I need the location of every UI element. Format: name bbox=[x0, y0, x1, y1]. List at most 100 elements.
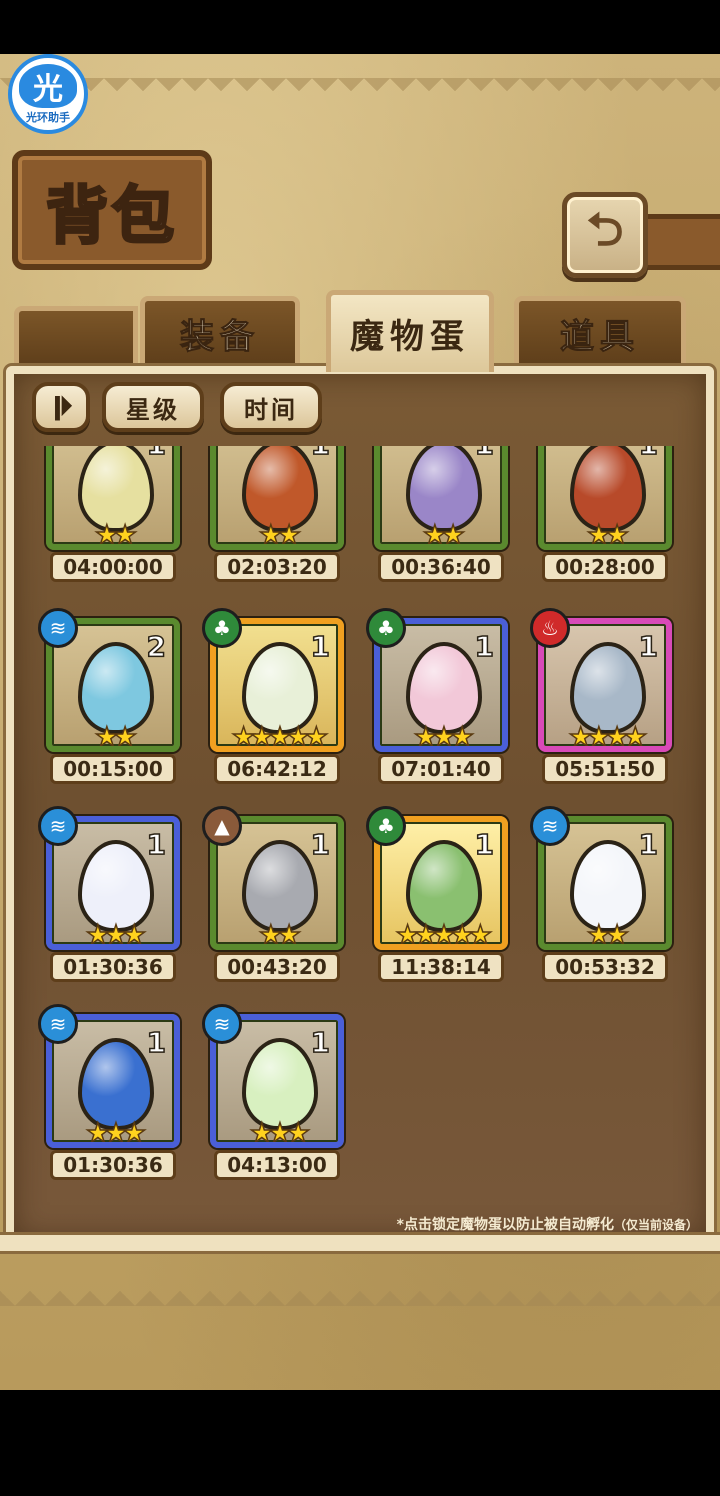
wood-element-icon: ♣ bbox=[366, 608, 406, 648]
egg-count: 1 bbox=[638, 827, 659, 862]
egg-card[interactable]: 1 ★★★★★ ♣ 11:38:14 bbox=[366, 806, 508, 982]
sort-star-label: 星级 bbox=[126, 395, 180, 424]
fire-element-icon: ♨ bbox=[530, 608, 570, 648]
monster-egg-icon bbox=[570, 840, 646, 932]
star-rating: ★★★ bbox=[249, 1118, 311, 1148]
egg-card[interactable]: 1★★▲04:00:00 bbox=[46, 446, 180, 582]
egg-count: 1 bbox=[474, 629, 495, 664]
water-element-icon: ≋ bbox=[38, 608, 78, 648]
decor-zigzag-bottom bbox=[0, 1276, 720, 1316]
star-rating: ★★★ bbox=[85, 1118, 147, 1148]
sort-order-icon: ǀ⏵ bbox=[52, 391, 73, 422]
hatch-timer: 00:43:20 bbox=[214, 952, 340, 982]
egg-count: 1 bbox=[638, 629, 659, 664]
wood-element-icon: ♣ bbox=[366, 806, 406, 846]
status-bar bbox=[0, 0, 720, 54]
egg-card[interactable]: 1 ★★★★ ♨ 05:51:50 bbox=[530, 608, 672, 784]
tab-label: 装备 bbox=[180, 317, 260, 358]
star-rating: ★★ bbox=[586, 920, 630, 950]
monster-egg-icon bbox=[406, 840, 482, 932]
egg-card[interactable]: 1 ★★ ▲ 00:43:20 bbox=[202, 806, 344, 982]
sort-by-star-button[interactable]: 星级 bbox=[102, 382, 204, 432]
monster-egg-icon bbox=[242, 840, 318, 932]
hatch-timer: 00:15:00 bbox=[50, 754, 176, 784]
star-rating: ★★ bbox=[258, 920, 302, 950]
page-title: 背包 bbox=[44, 178, 178, 254]
sort-order-button[interactable]: ǀ⏵ bbox=[32, 382, 90, 432]
monster-egg-icon bbox=[570, 642, 646, 734]
star-rating: ★★ bbox=[94, 520, 138, 550]
egg-card[interactable]: 1★★♨02:03:20 bbox=[210, 446, 344, 582]
egg-count: 1 bbox=[638, 446, 659, 462]
hatch-timer: 02:03:20 bbox=[214, 552, 340, 582]
monster-egg-icon bbox=[78, 1038, 154, 1130]
back-button[interactable]: ⮌ bbox=[562, 192, 648, 278]
monster-egg-icon bbox=[78, 840, 154, 932]
star-rating: ★★ bbox=[422, 520, 466, 550]
egg-count: 1 bbox=[474, 446, 495, 462]
egg-frame: 1 ★★ bbox=[538, 446, 672, 550]
hatch-timer: 01:30:36 bbox=[50, 952, 176, 982]
navigation-bar bbox=[0, 1390, 720, 1496]
back-rail bbox=[640, 214, 720, 270]
panel-bottom-rail bbox=[0, 1232, 720, 1254]
egg-card[interactable]: 1 ★★★ ♣ 07:01:40 bbox=[366, 608, 508, 784]
star-rating: ★★★ bbox=[85, 920, 147, 950]
assistant-caption: 光环助手 bbox=[26, 110, 70, 124]
tab-equipment[interactable]: 装备 bbox=[140, 296, 300, 366]
hatch-timer: 06:42:12 bbox=[214, 754, 340, 784]
star-rating: ★★ bbox=[258, 520, 302, 550]
lock-hint-main: *点击锁定魔物蛋以防止被自动孵化 bbox=[396, 1217, 614, 1233]
hatch-timer: 04:13:00 bbox=[214, 1150, 340, 1180]
hatch-timer: 00:28:00 bbox=[542, 552, 668, 582]
hatch-timer: 11:38:14 bbox=[378, 952, 504, 982]
egg-card[interactable]: 1 ★★★★★ ♣ 06:42:12 bbox=[202, 608, 344, 784]
lock-hint: *点击锁定魔物蛋以防止被自动孵化（仅当前设备） bbox=[397, 1214, 698, 1234]
tab-items[interactable]: 道具 bbox=[514, 296, 686, 366]
star-rating: ★★★ bbox=[413, 722, 475, 752]
egg-count: 1 bbox=[310, 629, 331, 664]
egg-grid: 1★★▲04:00:001★★♨02:03:201★★♨00:36:401★★♨… bbox=[30, 446, 690, 1206]
monster-egg-icon bbox=[242, 1038, 318, 1130]
egg-count: 1 bbox=[310, 446, 331, 462]
lock-hint-paren: （仅当前设备） bbox=[613, 1218, 698, 1232]
water-element-icon: ≋ bbox=[530, 806, 570, 846]
egg-card[interactable]: 1★★♨00:28:00 bbox=[538, 446, 672, 582]
egg-card[interactable]: 1 ★★ ≋ 00:53:32 bbox=[530, 806, 672, 982]
star-rating: ★★★★★ bbox=[231, 722, 330, 752]
water-element-icon: ≋ bbox=[38, 806, 78, 846]
egg-card[interactable]: 1 ★★★ ≋ 01:30:36 bbox=[38, 806, 180, 982]
assistant-badge[interactable]: 光 光环助手 bbox=[8, 54, 88, 134]
egg-card[interactable]: 2 ★★ ≋ 00:15:00 bbox=[38, 608, 180, 784]
hatch-timer: 05:51:50 bbox=[542, 754, 668, 784]
monster-egg-icon bbox=[242, 642, 318, 734]
egg-count: 1 bbox=[146, 827, 167, 862]
earth-element-icon: ▲ bbox=[202, 806, 242, 846]
tab-monster-eggs[interactable]: 魔物蛋 bbox=[326, 290, 494, 372]
assistant-logo-icon: 光 bbox=[19, 63, 77, 108]
sort-time-label: 时间 bbox=[244, 395, 298, 424]
egg-frame: 1 ★★ bbox=[46, 446, 180, 550]
egg-count: 2 bbox=[146, 629, 167, 664]
hatch-timer: 00:36:40 bbox=[378, 552, 504, 582]
egg-count: 1 bbox=[310, 1025, 331, 1060]
egg-frame: 1 ★★ bbox=[374, 446, 508, 550]
water-element-icon: ≋ bbox=[38, 1004, 78, 1044]
sort-by-time-button[interactable]: 时间 bbox=[220, 382, 322, 432]
egg-card[interactable]: 1 ★★★ ≋ 01:30:36 bbox=[38, 1004, 180, 1180]
tab-label: 道具 bbox=[560, 317, 640, 358]
hatch-timer: 07:01:40 bbox=[378, 754, 504, 784]
egg-count: 1 bbox=[146, 1025, 167, 1060]
decor-zigzag-top bbox=[0, 78, 720, 104]
egg-card[interactable]: 1★★♨00:36:40 bbox=[374, 446, 508, 582]
star-rating: ★★ bbox=[94, 722, 138, 752]
star-rating: ★★★★ bbox=[568, 722, 648, 752]
hatch-timer: 04:00:00 bbox=[50, 552, 176, 582]
star-rating: ★★★★★ bbox=[395, 920, 494, 950]
page-title-plate: 背包 bbox=[12, 150, 212, 270]
wood-element-icon: ♣ bbox=[202, 608, 242, 648]
egg-card[interactable]: 1 ★★★ ≋ 04:13:00 bbox=[202, 1004, 344, 1180]
water-element-icon: ≋ bbox=[202, 1004, 242, 1044]
return-arrow-icon: ⮌ bbox=[586, 202, 624, 256]
hatch-timer: 00:53:32 bbox=[542, 952, 668, 982]
